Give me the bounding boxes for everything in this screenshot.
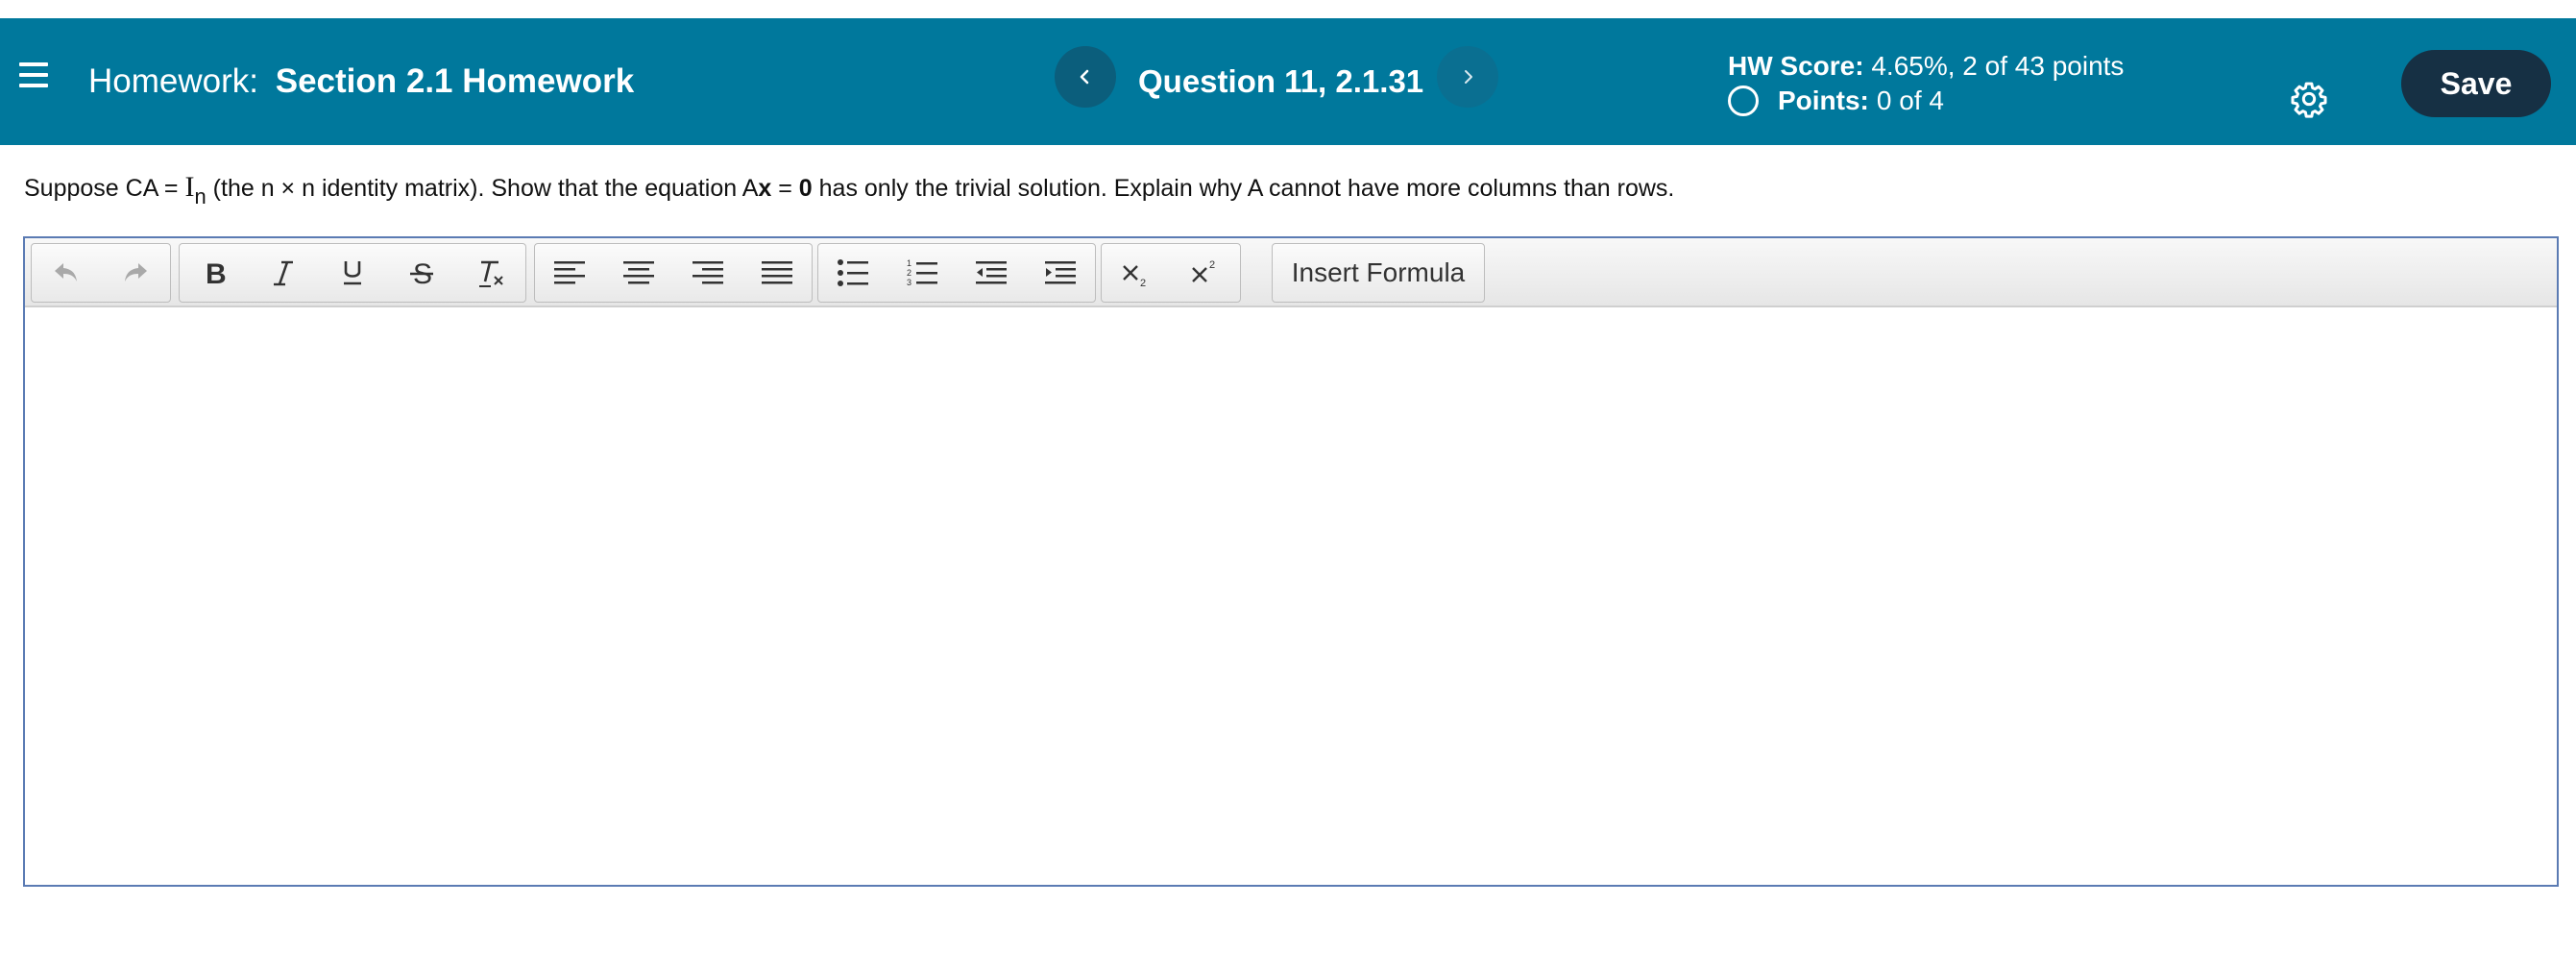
points-status: Points: 0 of 4 — [1728, 86, 1944, 116]
svg-text:B: B — [206, 258, 227, 287]
question-text-part: (the n × n identity matrix). Show that t… — [206, 175, 759, 202]
align-left-icon — [554, 261, 585, 284]
hw-score: HW Score: 4.65%, 2 of 43 points — [1728, 51, 2124, 82]
editor-toolbar: B S 1 2 3 2 2 Insert Formula — [25, 238, 2557, 307]
underline-icon — [344, 261, 361, 285]
numbered-list-icon: 1 2 3 — [907, 258, 937, 287]
circle-icon — [1728, 86, 1759, 116]
align-right-button[interactable] — [673, 244, 742, 302]
chevron-left-icon — [1080, 69, 1089, 85]
next-question-button[interactable] — [1437, 46, 1498, 108]
clear-formatting-icon — [479, 260, 503, 287]
align-left-button[interactable] — [535, 244, 604, 302]
question-title: Question 11, 2.1.31 — [1138, 63, 1424, 99]
align-right-icon — [693, 261, 723, 284]
question-text-part: Suppose CA = — [24, 175, 185, 202]
svg-text:3: 3 — [907, 278, 911, 287]
outdent-button[interactable] — [957, 244, 1026, 302]
chevron-right-icon — [1465, 70, 1472, 84]
script-group: 2 2 — [1101, 243, 1241, 303]
italic-button[interactable] — [249, 244, 318, 302]
align-center-button[interactable] — [604, 244, 673, 302]
hw-score-value: 4.65%, 2 of 43 points — [1871, 51, 2125, 81]
strikethrough-button[interactable]: S — [387, 244, 456, 302]
align-center-icon — [623, 261, 654, 284]
align-justify-button[interactable] — [742, 244, 812, 302]
bulleted-list-icon — [838, 259, 868, 286]
save-button[interactable]: Save — [2401, 50, 2551, 117]
undo-icon — [55, 263, 77, 281]
hw-score-label: HW Score: — [1728, 51, 1864, 81]
top-strip — [0, 0, 2576, 18]
subscript-button[interactable]: 2 — [1102, 244, 1171, 302]
italic-icon — [274, 260, 293, 286]
zero-vector: 0 — [798, 175, 813, 202]
question-text-part: has only the trivial solution. Explain w… — [812, 175, 1675, 202]
svg-text:2: 2 — [1140, 278, 1146, 287]
indent-icon — [1045, 261, 1076, 284]
previous-question-button[interactable] — [1055, 46, 1116, 108]
insert-formula-button[interactable]: Insert Formula — [1272, 243, 1485, 303]
align-justify-icon — [762, 261, 792, 284]
numbered-list-button[interactable]: 1 2 3 — [887, 244, 957, 302]
answer-editor: B S 1 2 3 2 2 Insert Formula — [23, 236, 2559, 887]
svg-text:1: 1 — [907, 258, 911, 268]
homework-name: Section 2.1 Homework — [275, 62, 635, 100]
bulleted-list-button[interactable] — [818, 244, 887, 302]
subscript-icon: 2 — [1123, 265, 1146, 287]
vector-x: x — [758, 175, 772, 202]
identity-subscript: n — [194, 184, 207, 208]
question-prompt: Suppose CA = In (the n × n identity matr… — [24, 171, 1674, 209]
header-bar: Homework: Section 2.1 Homework Question … — [0, 18, 2576, 145]
indent-button[interactable] — [1026, 244, 1095, 302]
points-label: Points: — [1778, 86, 1869, 115]
redo-icon — [125, 263, 147, 281]
clear-formatting-button[interactable] — [456, 244, 525, 302]
bold-icon: B — [206, 258, 227, 287]
underline-button[interactable] — [318, 244, 387, 302]
history-group — [31, 243, 171, 303]
formatting-group: B S — [179, 243, 526, 303]
svg-text:2: 2 — [1209, 259, 1215, 271]
editor-content-area[interactable] — [25, 307, 2557, 885]
superscript-icon: 2 — [1192, 259, 1215, 282]
gear-icon[interactable] — [2290, 80, 2328, 118]
homework-title: Homework: Section 2.1 Homework — [88, 62, 634, 101]
redo-button[interactable] — [101, 244, 170, 302]
points-value: 0 of 4 — [1876, 86, 1944, 115]
strikethrough-icon: S — [410, 258, 433, 287]
question-text-part: = — [771, 175, 799, 202]
undo-button[interactable] — [32, 244, 101, 302]
homework-prefix: Homework: — [88, 62, 258, 100]
superscript-button[interactable]: 2 — [1171, 244, 1240, 302]
hamburger-menu-icon[interactable] — [19, 62, 50, 91]
identity-matrix-symbol: I — [184, 171, 195, 203]
alignment-group — [534, 243, 813, 303]
outdent-icon — [976, 261, 1007, 284]
list-group: 1 2 3 — [817, 243, 1096, 303]
svg-text:2: 2 — [907, 268, 911, 278]
bold-button[interactable]: B — [180, 244, 249, 302]
